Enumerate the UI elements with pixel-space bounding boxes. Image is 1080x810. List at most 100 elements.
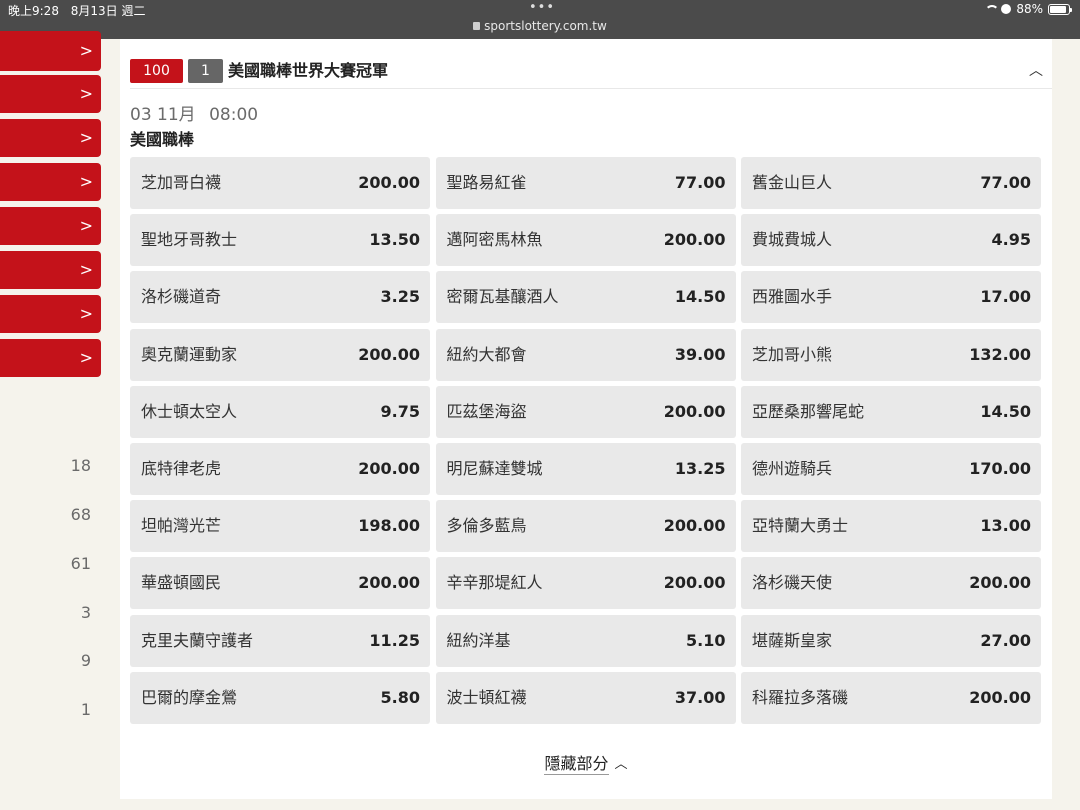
- team-name: 亞歷桑那響尾蛇: [752, 401, 865, 421]
- odds-value: 200.00: [358, 344, 420, 364]
- sidebar-menu-button[interactable]: >: [0, 163, 101, 201]
- odds-cell[interactable]: 科羅拉多落磯 200.00: [741, 671, 1041, 724]
- chevron-up-icon[interactable]: ︿: [1028, 63, 1044, 79]
- odds-value: 200.00: [663, 516, 726, 536]
- odds-cell[interactable]: 舊金山巨人 77.00: [741, 157, 1041, 209]
- odds-cell[interactable]: 辛辛那堤紅人 200.00: [435, 557, 736, 610]
- team-name: 紐約洋基: [446, 630, 511, 650]
- odds-cell[interactable]: 波士頓紅襪 37.00: [435, 671, 736, 724]
- odds-value: 11.25: [369, 630, 420, 650]
- lock-icon: [473, 22, 481, 30]
- team-name: 坦帕灣光芒: [141, 516, 222, 536]
- event-panel: 100 1 美國職棒世界大賽冠軍 ︿ 03 11月 08:00 美國職棒 芝加哥…: [120, 39, 1052, 799]
- odds-cell[interactable]: 亞歷桑那響尾蛇 14.50: [741, 385, 1041, 438]
- odds-cell[interactable]: 芝加哥小熊 132.00: [741, 328, 1041, 381]
- odds-cell[interactable]: 德州遊騎兵 170.00: [741, 443, 1041, 495]
- odds-cell[interactable]: 華盛頓國民 200.00: [130, 557, 430, 610]
- odds-cell[interactable]: 費城費城人 4.95: [741, 214, 1041, 267]
- odds-cell[interactable]: 堪薩斯皇家 27.00: [741, 614, 1041, 667]
- odds-value: 77.00: [980, 173, 1031, 192]
- odds-value: 200.00: [358, 173, 420, 192]
- team-name: 底特律老虎: [141, 459, 222, 478]
- team-name: 德州遊騎兵: [752, 459, 833, 478]
- team-name: 巴爾的摩金鶯: [141, 687, 238, 707]
- odds-cell[interactable]: 匹茲堡海盜 200.00: [435, 385, 736, 438]
- odds-value: 5.80: [380, 687, 420, 707]
- team-name: 洛杉磯道奇: [141, 287, 222, 307]
- url-text: sportslottery.com.tw: [484, 19, 607, 33]
- odds-value: 14.50: [674, 287, 726, 307]
- odds-value: 17.00: [980, 287, 1031, 307]
- team-name: 多倫多藍鳥: [446, 516, 527, 536]
- odds-cell[interactable]: 芝加哥白襪 200.00: [130, 157, 430, 209]
- odds-cell[interactable]: 紐約洋基 5.10: [435, 614, 736, 667]
- odds-cell[interactable]: 奧克蘭運動家 200.00: [130, 328, 430, 381]
- event-date-time: 08:00: [209, 105, 259, 125]
- address-bar[interactable]: sportslottery.com.tw: [0, 19, 1080, 33]
- odds-cell[interactable]: 休士頓太空人 9.75: [130, 385, 430, 438]
- status-time-text: 晚上9:28: [8, 4, 59, 18]
- odds-value: 200.00: [358, 459, 420, 478]
- team-name: 華盛頓國民: [141, 573, 222, 593]
- status-time: 晚上9:28 8月13日 週二: [8, 2, 146, 19]
- odds-cell[interactable]: 洛杉磯道奇 3.25: [130, 271, 430, 324]
- sidebar-menu-button[interactable]: >: [0, 75, 101, 113]
- sidebar-menu-button[interactable]: >: [0, 31, 101, 71]
- odds-value: 170.00: [969, 459, 1031, 478]
- chevron-right-icon: >: [79, 216, 93, 235]
- team-name: 明尼蘇達雙城: [446, 459, 543, 478]
- odds-cell[interactable]: 坦帕灣光芒 198.00: [130, 500, 430, 553]
- odds-value: 200.00: [358, 573, 420, 593]
- team-name: 休士頓太空人: [141, 401, 238, 421]
- odds-cell[interactable]: 克里夫蘭守護者 11.25: [130, 614, 430, 667]
- sidebar-menu-button[interactable]: >: [0, 295, 101, 333]
- team-name: 聖地牙哥教士: [141, 230, 238, 250]
- odds-value: 200.00: [663, 401, 726, 421]
- market-count-badge: 1: [188, 59, 223, 83]
- odds-cell[interactable]: 巴爾的摩金鶯 5.80: [130, 671, 430, 724]
- chevron-up-icon: ︿: [614, 757, 628, 772]
- event-id-badge: 100: [130, 59, 183, 83]
- odds-cell[interactable]: 邁阿密馬林魚 200.00: [435, 214, 736, 267]
- sidebar-menu-button[interactable]: >: [0, 119, 101, 157]
- odds-cell[interactable]: 紐約大都會 39.00: [435, 328, 736, 381]
- status-date-text: 8月13日 週二: [70, 4, 146, 18]
- sidebar-count: 9: [80, 651, 91, 670]
- team-name: 堪薩斯皇家: [752, 630, 833, 650]
- team-name: 科羅拉多落磯: [752, 687, 849, 707]
- team-name: 芝加哥白襪: [141, 173, 222, 192]
- odds-value: 200.00: [663, 230, 726, 250]
- odds-cell[interactable]: 西雅圖水手 17.00: [741, 271, 1041, 324]
- odds-cell[interactable]: 底特律老虎 200.00: [130, 443, 430, 495]
- team-name: 亞特蘭大勇士: [752, 516, 849, 536]
- team-name: 洛杉磯天使: [752, 573, 833, 593]
- sidebar-menu-button[interactable]: >: [0, 339, 101, 377]
- team-name: 波士頓紅襪: [446, 687, 527, 707]
- sidebar-menu-button[interactable]: >: [0, 207, 101, 245]
- more-dots-icon[interactable]: •••: [529, 0, 555, 15]
- chevron-right-icon: >: [79, 172, 93, 191]
- odds-cell[interactable]: 洛杉磯天使 200.00: [741, 557, 1041, 610]
- odds-cell[interactable]: 聖路易紅雀 77.00: [435, 157, 736, 209]
- chevron-right-icon: >: [79, 304, 93, 323]
- event-date-day: 03 11月: [130, 105, 196, 125]
- battery-icon: [1048, 3, 1072, 15]
- event-title: 美國職棒世界大賽冠軍: [228, 61, 389, 80]
- odds-cell[interactable]: 明尼蘇達雙城 13.25: [435, 443, 736, 495]
- odds-cell[interactable]: 密爾瓦基釀酒人 14.50: [435, 271, 736, 324]
- wifi-icon: [984, 4, 1000, 14]
- chevron-right-icon: >: [79, 260, 93, 279]
- odds-value: 3.25: [380, 287, 420, 307]
- team-name: 奧克蘭運動家: [141, 344, 238, 364]
- odds-cell[interactable]: 亞特蘭大勇士 13.00: [741, 500, 1041, 553]
- odds-cell[interactable]: 聖地牙哥教士 13.50: [130, 214, 430, 267]
- odds-value: 13.50: [369, 230, 420, 250]
- sidebar-count: 1: [80, 700, 91, 719]
- event-header: 100 1 美國職棒世界大賽冠軍 ︿: [130, 59, 1052, 89]
- odds-value: 27.00: [980, 630, 1031, 650]
- team-name: 聖路易紅雀: [446, 173, 527, 192]
- battery-percent: 88%: [1016, 2, 1043, 16]
- odds-cell[interactable]: 多倫多藍鳥 200.00: [435, 500, 736, 553]
- sidebar-menu-button[interactable]: >: [0, 251, 101, 289]
- hide-section-button[interactable]: 隱藏部分 ︿: [120, 750, 1052, 775]
